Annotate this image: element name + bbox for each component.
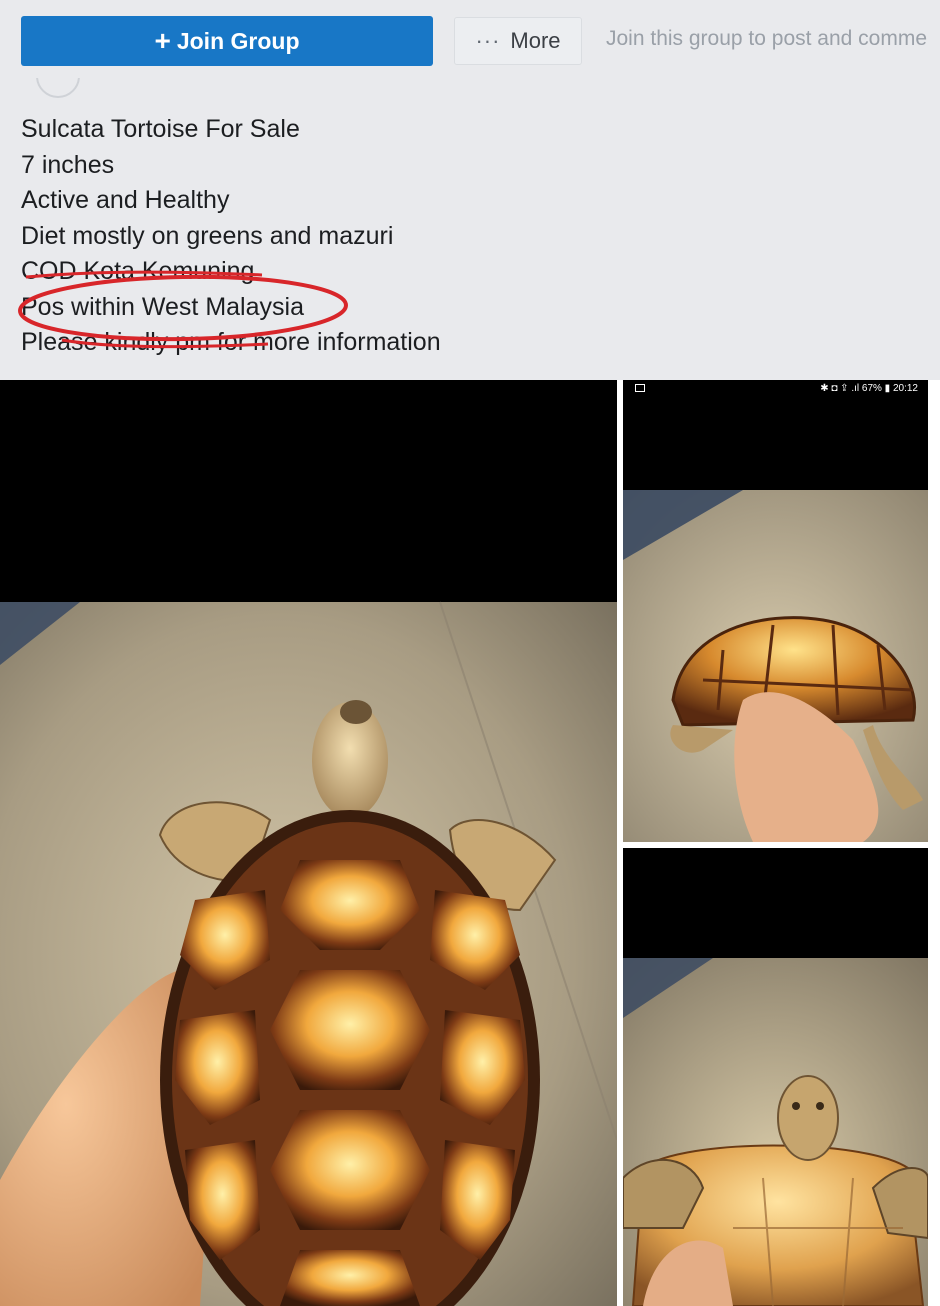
avatar[interactable] (36, 78, 80, 98)
tortoise-photo-front[interactable] (623, 848, 928, 1306)
join-hint-text: Join this group to post and comme (606, 27, 928, 50)
tortoise-photo-side[interactable]: ✱ ◘ ⇪ .ıl 67% ▮ 20:12 (623, 380, 928, 842)
photo-right-edge (928, 380, 940, 1306)
more-button[interactable]: ··· More (454, 17, 582, 65)
post-line: Active and Healthy (21, 186, 230, 214)
post-body: Sulcata Tortoise For Sale 7 inches Activ… (21, 112, 441, 361)
more-dots-icon: ··· (475, 28, 501, 53)
tortoise-photo-large[interactable] (0, 380, 617, 1306)
post-line: Sulcata Tortoise For Sale (21, 115, 300, 143)
post-line: COD Kota Kemuning (21, 257, 255, 285)
post-line: Diet mostly on greens and mazuri (21, 221, 394, 250)
image-icon (635, 384, 645, 392)
post-line-highlighted: Pos within West Malaysia (21, 292, 304, 321)
more-label: More (510, 28, 561, 53)
join-group-button[interactable]: + Join Group (21, 16, 433, 66)
group-header-bar: + Join Group ··· More Join this group to… (0, 0, 940, 80)
plus-icon: + (154, 25, 171, 56)
phone-status-bar: ✱ ◘ ⇪ .ıl 67% ▮ 20:12 (820, 383, 918, 394)
join-group-label: Join Group (176, 27, 300, 54)
post-line: Please kindly pm for more information (21, 328, 441, 356)
post-line: 7 inches (21, 150, 115, 179)
